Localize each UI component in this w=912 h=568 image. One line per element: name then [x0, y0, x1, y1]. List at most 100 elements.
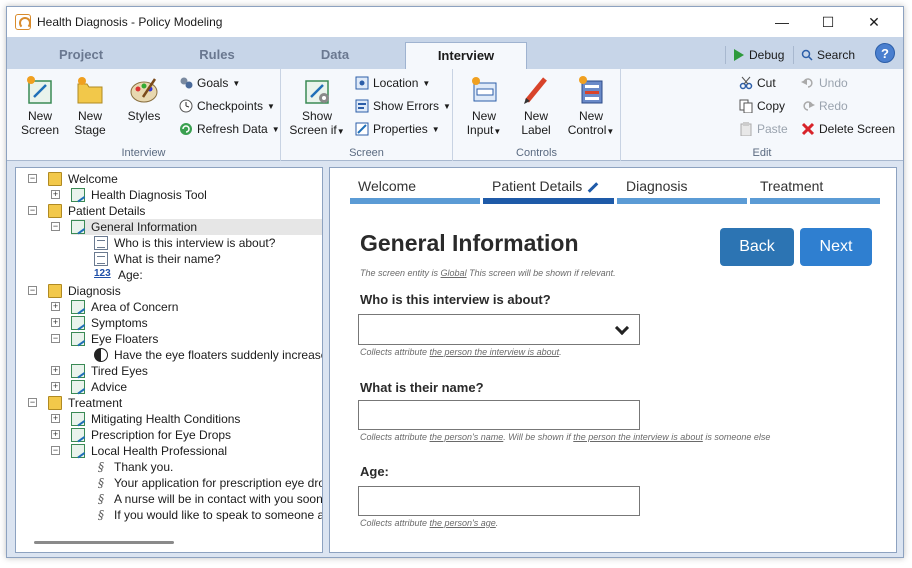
tree-item[interactable]: Who is this interview is about?: [94, 235, 275, 251]
delete-screen-button[interactable]: Delete Screen: [801, 119, 895, 139]
expand-toggle[interactable]: +: [51, 190, 60, 199]
tree-item[interactable]: Prescription for Eye Drops: [71, 427, 231, 443]
tree-item-label: Advice: [91, 380, 128, 394]
expand-toggle[interactable]: +: [51, 414, 60, 423]
expand-toggle[interactable]: +: [51, 382, 60, 391]
stage-label-patient-details: Patient Details: [492, 178, 583, 194]
properties-icon: [355, 122, 369, 136]
new-stage-button[interactable]: New Stage: [65, 75, 115, 137]
close-button[interactable]: ✕: [851, 7, 897, 37]
new-input-button[interactable]: New Input▼: [459, 75, 509, 139]
delete-icon: [801, 122, 815, 136]
tree-item[interactable]: What is their name?: [94, 251, 221, 267]
stage-tab-treatment[interactable]: Treatment: [760, 178, 823, 194]
new-screen-button[interactable]: New Screen: [15, 75, 65, 137]
tree-item[interactable]: Local Health Professional: [71, 443, 227, 459]
tree-item[interactable]: Have the eye floaters suddenly increased…: [94, 347, 322, 363]
horizontal-scrollbar[interactable]: [34, 541, 174, 544]
expand-toggle[interactable]: +: [51, 302, 60, 311]
tree-item-label: Eye Floaters: [91, 332, 159, 346]
stage-progress-patient-details: [483, 198, 614, 204]
collapse-toggle[interactable]: −: [51, 222, 60, 231]
condition-link[interactable]: the person the interview is about: [573, 432, 703, 442]
debug-button[interactable]: Debug: [725, 44, 788, 66]
properties-dropdown[interactable]: Properties ▼: [355, 119, 440, 139]
collapse-toggle[interactable]: −: [28, 174, 37, 183]
tree-item[interactable]: Advice: [71, 379, 127, 395]
tree-item[interactable]: Area of Concern: [71, 299, 178, 315]
expand-toggle[interactable]: +: [51, 318, 60, 327]
styles-label: Styles: [127, 109, 161, 123]
search-button[interactable]: Search: [793, 44, 859, 66]
stage-tab-welcome[interactable]: Welcome: [358, 178, 416, 194]
collapse-toggle[interactable]: −: [28, 398, 37, 407]
tab-data[interactable]: Data: [275, 47, 395, 62]
tree-item[interactable]: Health Diagnosis Tool: [71, 187, 207, 203]
collapse-toggle[interactable]: −: [28, 206, 37, 215]
new-label-button[interactable]: New Label: [511, 75, 561, 137]
screen-icon: [71, 412, 85, 426]
tree-item[interactable]: § If you would like to speak to someone a…: [94, 507, 322, 523]
expand-toggle[interactable]: +: [51, 430, 60, 439]
expand-toggle[interactable]: +: [51, 366, 60, 375]
next-button[interactable]: Next: [800, 228, 872, 266]
styles-button[interactable]: Styles: [119, 75, 169, 123]
search-icon: [801, 49, 813, 61]
new-label-label-1: New: [523, 109, 548, 123]
tree-item[interactable]: Mitigating Health Conditions: [71, 411, 240, 427]
tree-item[interactable]: Diagnosis: [48, 283, 121, 299]
tree-item[interactable]: Eye Floaters: [71, 331, 158, 347]
redo-button[interactable]: Redo: [801, 96, 848, 116]
back-button[interactable]: Back: [720, 228, 794, 266]
cut-button[interactable]: Cut: [739, 73, 776, 93]
refresh-data-dropdown[interactable]: Refresh Data ▼: [179, 119, 280, 139]
ribbon-group-controls: New Input▼ New Label New Control▼ Contro…: [453, 69, 621, 161]
location-dropdown[interactable]: Location ▼: [355, 73, 430, 93]
tab-rules[interactable]: Rules: [157, 47, 277, 62]
tree-item[interactable]: § Your application for prescription eye d…: [94, 475, 322, 491]
ribbon-group-interview: New Screen New Stage Styles Goals ▼ Chec…: [7, 69, 281, 161]
ribbon-tabs: Project Rules Data Interview Debug Searc…: [7, 37, 903, 70]
attribute-link[interactable]: the person's name: [430, 432, 504, 442]
tree-item-label: A nurse will be in contact with you soon…: [114, 492, 323, 506]
copy-button[interactable]: Copy: [739, 96, 785, 116]
help-icon[interactable]: ?: [875, 43, 895, 63]
tab-interview[interactable]: Interview: [405, 42, 527, 70]
tree-item[interactable]: General Information: [71, 219, 322, 235]
tree-item[interactable]: Welcome: [48, 171, 118, 187]
stage-tab-patient-details[interactable]: Patient Details: [492, 178, 599, 194]
collapse-toggle[interactable]: −: [51, 446, 60, 455]
new-input-label-2: Input: [466, 123, 494, 137]
collapse-toggle[interactable]: −: [51, 334, 60, 343]
new-control-button[interactable]: New Control▼: [563, 75, 619, 139]
tab-project[interactable]: Project: [21, 47, 141, 62]
cut-label: Cut: [757, 76, 776, 90]
copy-label: Copy: [757, 99, 786, 113]
tree-item[interactable]: Tired Eyes: [71, 363, 148, 379]
attribute-link[interactable]: the person's age: [430, 518, 496, 528]
tree-item[interactable]: 123 Age:: [94, 267, 143, 283]
show-errors-dropdown[interactable]: Show Errors ▼: [355, 96, 451, 116]
tree-item[interactable]: § A nurse will be in contact with you soo…: [94, 491, 323, 507]
tree-item[interactable]: § Thank you.: [94, 459, 173, 475]
group-label-screen: Screen: [349, 147, 384, 159]
undo-button[interactable]: Undo: [801, 73, 848, 93]
tree-item-label: Local Health Professional: [91, 444, 228, 458]
tree-item[interactable]: Patient Details: [48, 203, 145, 219]
name-input[interactable]: [358, 400, 640, 430]
who-select[interactable]: [358, 314, 640, 345]
attribute-link[interactable]: the person the interview is about: [430, 347, 560, 357]
entity-link[interactable]: Global: [441, 268, 467, 278]
checkpoints-dropdown[interactable]: Checkpoints ▼: [179, 96, 275, 116]
stage-tab-diagnosis[interactable]: Diagnosis: [626, 178, 687, 194]
show-screen-if-button[interactable]: Show Screen if▼: [289, 75, 345, 139]
maximize-button[interactable]: ☐: [805, 7, 851, 37]
minimize-button[interactable]: —: [759, 7, 805, 37]
tree-item[interactable]: Symptoms: [71, 315, 148, 331]
collapse-toggle[interactable]: −: [28, 286, 37, 295]
paste-button[interactable]: Paste: [739, 119, 788, 139]
folder-icon: [48, 172, 62, 186]
goals-dropdown[interactable]: Goals ▼: [179, 73, 240, 93]
age-input[interactable]: [358, 486, 640, 516]
tree-item[interactable]: Treatment: [48, 395, 122, 411]
